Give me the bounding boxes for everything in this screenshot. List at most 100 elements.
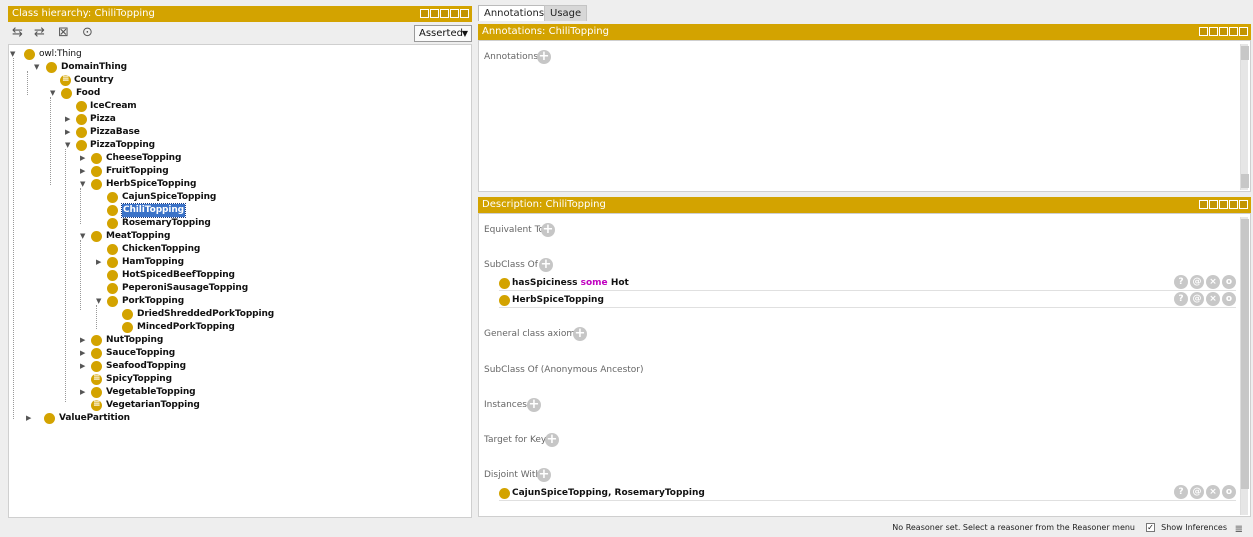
class-icon (91, 231, 102, 242)
expand-toggle-icon[interactable]: ▶ (65, 113, 75, 126)
expand-toggle-icon[interactable]: ▶ (80, 347, 90, 360)
tab-usage[interactable]: Usage (544, 5, 588, 21)
expand-toggle-icon[interactable]: ▶ (96, 256, 106, 269)
disjoint-with-label: Disjoint With (484, 470, 542, 480)
class-icon (44, 413, 55, 424)
window-buttons (420, 9, 469, 18)
expand-toggle-icon[interactable]: ▼ (65, 139, 75, 152)
edit-button[interactable]: o (1222, 275, 1236, 289)
expand-toggle-icon[interactable]: ▶ (80, 360, 90, 373)
pin-icon[interactable] (430, 9, 439, 18)
expand-toggle-icon[interactable]: ▶ (65, 126, 75, 139)
class-icon (499, 488, 510, 499)
expand-toggle-icon[interactable]: ▶ (80, 165, 90, 178)
help-icon[interactable] (1199, 200, 1208, 209)
hierarchy-mode-select[interactable]: Asserted ▼ (414, 25, 472, 42)
close-icon[interactable] (1239, 200, 1248, 209)
annotate-button[interactable]: @ (1190, 292, 1204, 306)
class-icon (107, 192, 118, 203)
class-icon (46, 62, 57, 73)
explain-button[interactable]: ? (1174, 485, 1188, 499)
show-inferences-checkbox[interactable]: ✓ (1146, 523, 1155, 532)
window-buttons (1199, 200, 1248, 209)
add-annotation-button[interactable]: + (537, 50, 551, 64)
minimize-icon[interactable] (440, 9, 449, 18)
add-sibling-icon[interactable]: ⇄ (34, 26, 45, 40)
superclass-row[interactable]: hasSpiciness some Hot ? @ × o (499, 275, 1236, 291)
add-instance-button[interactable]: + (527, 398, 541, 412)
delete-button[interactable]: × (1206, 292, 1220, 306)
class-icon (76, 140, 87, 151)
row-actions: ? @ × o (1174, 485, 1236, 499)
class-icon (91, 348, 102, 359)
class-icon (91, 387, 102, 398)
add-general-axiom-button[interactable]: + (573, 327, 587, 341)
expand-toggle-icon[interactable]: ▶ (80, 152, 90, 165)
help-icon[interactable] (420, 9, 429, 18)
edit-button[interactable]: o (1222, 485, 1236, 499)
class-hierarchy-title: Class hierarchy: ChiliTopping (12, 8, 155, 19)
maximize-icon[interactable] (1229, 27, 1238, 36)
explain-button[interactable]: ? (1174, 292, 1188, 306)
settings-icon[interactable]: ⊙ (82, 26, 93, 40)
row-actions: ? @ × o (1174, 275, 1236, 289)
target-for-key-label: Target for Key (484, 435, 547, 445)
tab-annotations[interactable]: Annotations (478, 5, 551, 21)
class-icon (91, 361, 102, 372)
class-icon (107, 205, 118, 216)
delete-class-icon[interactable]: ⊠ (58, 26, 69, 40)
class-hierarchy-header: Class hierarchy: ChiliTopping (8, 6, 472, 22)
add-subclass-icon[interactable]: ⇆ (12, 26, 23, 40)
superclass-row[interactable]: HerbSpiceTopping ? @ × o (499, 292, 1236, 308)
close-icon[interactable] (1239, 27, 1248, 36)
class-icon (76, 127, 87, 138)
add-superclass-button[interactable]: + (539, 258, 553, 272)
pin-icon[interactable] (1209, 27, 1218, 36)
explain-button[interactable]: ? (1174, 275, 1188, 289)
pin-icon[interactable] (1209, 200, 1218, 209)
expand-toggle-icon[interactable]: ▶ (80, 386, 90, 399)
class-icon (499, 295, 510, 306)
class-icon (107, 296, 118, 307)
show-inferences-label: Show Inferences (1161, 523, 1227, 532)
class-icon (91, 335, 102, 346)
window-buttons (1199, 27, 1248, 36)
description-scrollbar[interactable] (1240, 217, 1249, 515)
class-icon (91, 166, 102, 177)
annotate-button[interactable]: @ (1190, 485, 1204, 499)
subclass-anon-label: SubClass Of (Anonymous Ancestor) (484, 365, 644, 375)
reasoner-status: No Reasoner set. Select a reasoner from … (892, 523, 1135, 532)
annotations-header: Annotations: ChiliTopping (478, 24, 1251, 40)
defined-class-icon (91, 372, 102, 385)
delete-button[interactable]: × (1206, 275, 1220, 289)
annotate-button[interactable]: @ (1190, 275, 1204, 289)
expand-toggle-icon[interactable]: ▼ (96, 295, 106, 308)
edit-button[interactable]: o (1222, 292, 1236, 306)
expand-toggle-icon[interactable]: ▼ (10, 48, 20, 61)
class-icon (61, 88, 72, 99)
add-disjoint-button[interactable]: + (537, 468, 551, 482)
equivalent-to-label: Equivalent To (484, 225, 545, 235)
add-equivalent-button[interactable]: + (541, 223, 555, 237)
add-key-button[interactable]: + (545, 433, 559, 447)
chevron-down-icon: ▼ (461, 29, 468, 38)
delete-button[interactable]: × (1206, 485, 1220, 499)
class-icon (76, 101, 87, 112)
expand-toggle-icon[interactable]: ▼ (80, 178, 90, 191)
annotations-scrollbar[interactable] (1240, 44, 1249, 190)
maximize-icon[interactable] (1229, 200, 1238, 209)
disjoint-row[interactable]: CajunSpiceTopping, RosemaryTopping ? @ ×… (499, 485, 1236, 501)
maximize-icon[interactable] (450, 9, 459, 18)
expand-toggle-icon[interactable]: ▼ (80, 230, 90, 243)
expand-toggle-icon[interactable]: ▼ (50, 87, 60, 100)
annotations-title: Annotations: ChiliTopping (482, 26, 609, 37)
minimize-icon[interactable] (1219, 27, 1228, 36)
expand-toggle-icon[interactable]: ▶ (26, 412, 36, 425)
description-panel: Equivalent To + SubClass Of + hasSpicine… (478, 213, 1251, 517)
minimize-icon[interactable] (1219, 200, 1228, 209)
expand-toggle-icon[interactable]: ▶ (80, 334, 90, 347)
help-icon[interactable] (1199, 27, 1208, 36)
expand-toggle-icon[interactable]: ▼ (34, 61, 44, 74)
hierarchy-toolbar: ⇆ ⇄ ⊠ ⊙ Asserted ▼ (8, 22, 472, 44)
close-icon[interactable] (460, 9, 469, 18)
